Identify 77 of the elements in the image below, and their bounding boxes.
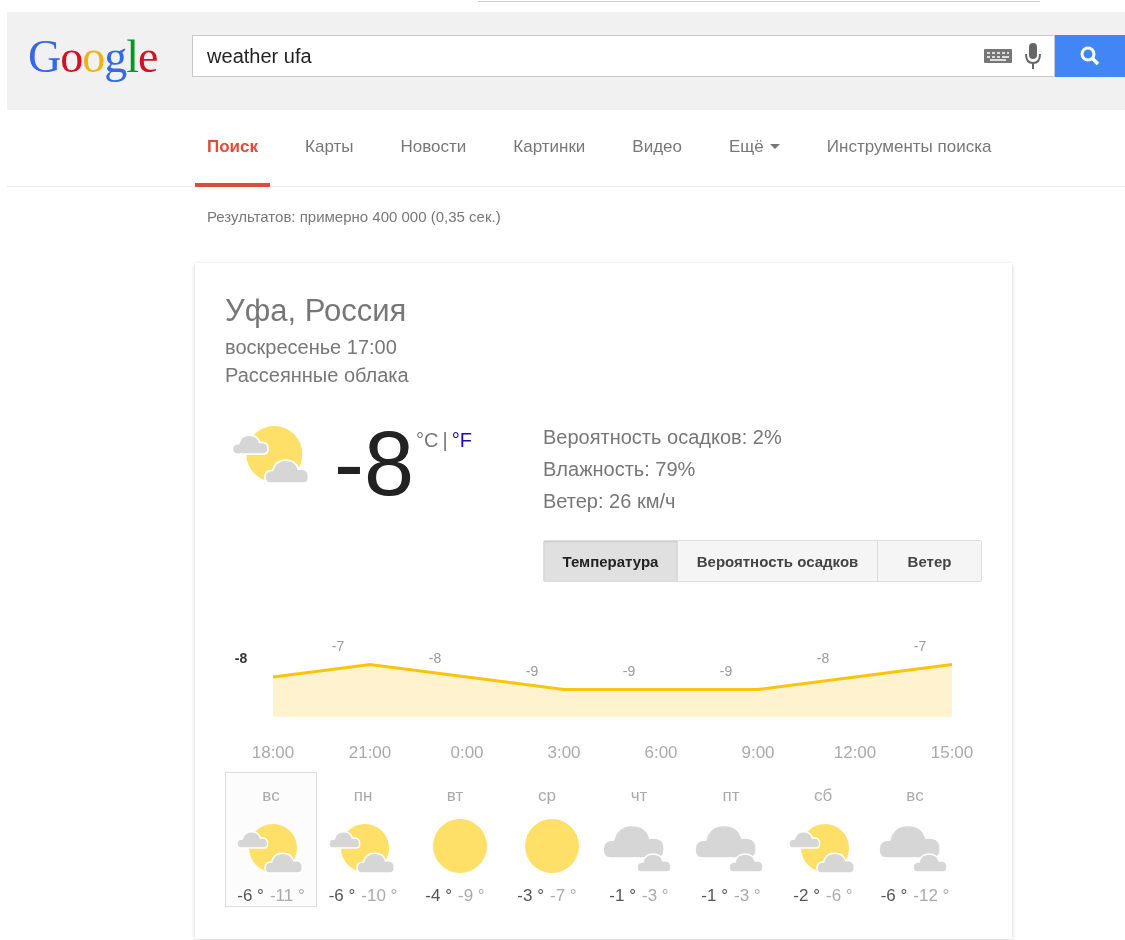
detail-text: Влажность: 79% <box>543 458 696 480</box>
nav-tab[interactable]: Инструменты поиска <box>814 110 1004 187</box>
high-temperature: -6 ° <box>880 886 908 906</box>
low-temperature: -11 ° <box>269 886 305 906</box>
data-label: -7 <box>913 637 927 654</box>
high-temperature: -6 ° <box>328 886 356 906</box>
forecast-day[interactable]: пт -1 ° -3 ° <box>685 772 777 907</box>
search-box[interactable]: weather ufa <box>192 35 1056 77</box>
location-title: Уфа, Россия <box>225 293 407 329</box>
search-button[interactable] <box>1055 35 1125 77</box>
low-temperature: -3 ° <box>642 886 669 906</box>
current-temperature: -8 <box>334 419 415 516</box>
forecast-day[interactable]: ср -3 ° -7 ° <box>501 772 593 907</box>
forecast-day[interactable]: вт -4 ° -9 ° <box>409 772 501 907</box>
axis-label: 9:00 <box>741 743 775 762</box>
result-stats: Результатов: примерно 400 000 (0,35 сек.) <box>207 208 501 225</box>
day-name: пн <box>353 786 373 807</box>
nav-tab[interactable]: Карты <box>293 110 366 187</box>
axis-label: 12:00 <box>833 743 877 762</box>
high-temperature: -3 ° <box>517 886 544 906</box>
low-temperature: -6 ° <box>826 886 853 906</box>
data-label: -8 <box>428 650 442 666</box>
axis-label: 0:00 <box>450 743 484 762</box>
keyboard-icon[interactable] <box>984 48 1013 64</box>
forecast-day[interactable]: вс -6 ° -11 ° <box>225 772 317 907</box>
search-icon <box>1080 46 1101 66</box>
day-name: пт <box>722 786 740 807</box>
google-logo[interactable]: Google <box>28 29 193 83</box>
day-name: вт <box>446 786 464 807</box>
day-name: чт <box>630 786 648 807</box>
nav-tab[interactable]: Новости <box>388 110 479 187</box>
day-name: ср <box>538 786 556 807</box>
chart-tab[interactable]: Вероятность осадков <box>677 541 877 581</box>
day-name: сб <box>813 786 833 807</box>
unit-toggle[interactable]: °C <box>416 429 439 452</box>
low-temperature: -7 ° <box>550 886 577 906</box>
chart-tab[interactable]: Ветер <box>877 541 981 581</box>
unit-toggle[interactable]: °F <box>451 429 472 452</box>
data-label: -9 <box>525 662 539 679</box>
condition-text: Рассеянные облака <box>225 364 409 386</box>
data-label: -8 <box>234 650 248 666</box>
detail-text: Вероятность осадков: 2% <box>543 426 782 448</box>
nav-tab[interactable]: Поиск <box>195 110 271 187</box>
low-temperature: -9 ° <box>458 886 485 906</box>
chart-tab[interactable]: Температура <box>544 541 677 581</box>
unit-separator: | <box>442 429 448 452</box>
day-name: вс <box>262 786 280 807</box>
high-temperature: -4 ° <box>425 886 452 906</box>
more-menu[interactable]: Ещё <box>717 110 792 187</box>
high-temperature: -1 ° <box>701 886 728 906</box>
axis-label: 18:00 <box>251 743 295 762</box>
data-label: -9 <box>622 662 636 679</box>
forecast-day[interactable]: вс -6 ° -12 ° <box>869 772 961 907</box>
data-label: -7 <box>331 637 345 654</box>
data-label: -8 <box>816 650 830 666</box>
microphone-icon[interactable] <box>1024 42 1043 70</box>
low-temperature: -3 ° <box>734 886 761 906</box>
forecast-day[interactable]: чт -1 ° -3 ° <box>593 772 685 907</box>
date-time: воскресенье 17:00 <box>225 336 397 358</box>
axis-label: 3:00 <box>547 743 581 762</box>
axis-label: 21:00 <box>348 743 392 762</box>
data-label: -9 <box>719 662 733 679</box>
low-temperature: -12 ° <box>913 886 950 906</box>
axis-label: 6:00 <box>644 743 678 762</box>
high-temperature: -2 ° <box>793 886 820 906</box>
forecast-day[interactable]: сб -2 ° -6 ° <box>777 772 869 907</box>
axis-label: 15:00 <box>930 743 974 762</box>
high-temperature: -6 ° <box>237 886 264 906</box>
search-field[interactable]: weather ufa <box>193 43 985 69</box>
caret-icon <box>769 143 780 150</box>
low-temperature: -10 ° <box>361 886 398 906</box>
forecast-day[interactable]: пн -6 ° -10 ° <box>317 772 409 907</box>
nav-tab[interactable]: Видео <box>620 110 694 187</box>
high-temperature: -1 ° <box>609 886 636 906</box>
day-name: вс <box>906 786 924 807</box>
detail-text: Ветер: 26 км/ч <box>543 490 676 512</box>
nav-tab[interactable]: Картинки <box>501 110 598 187</box>
